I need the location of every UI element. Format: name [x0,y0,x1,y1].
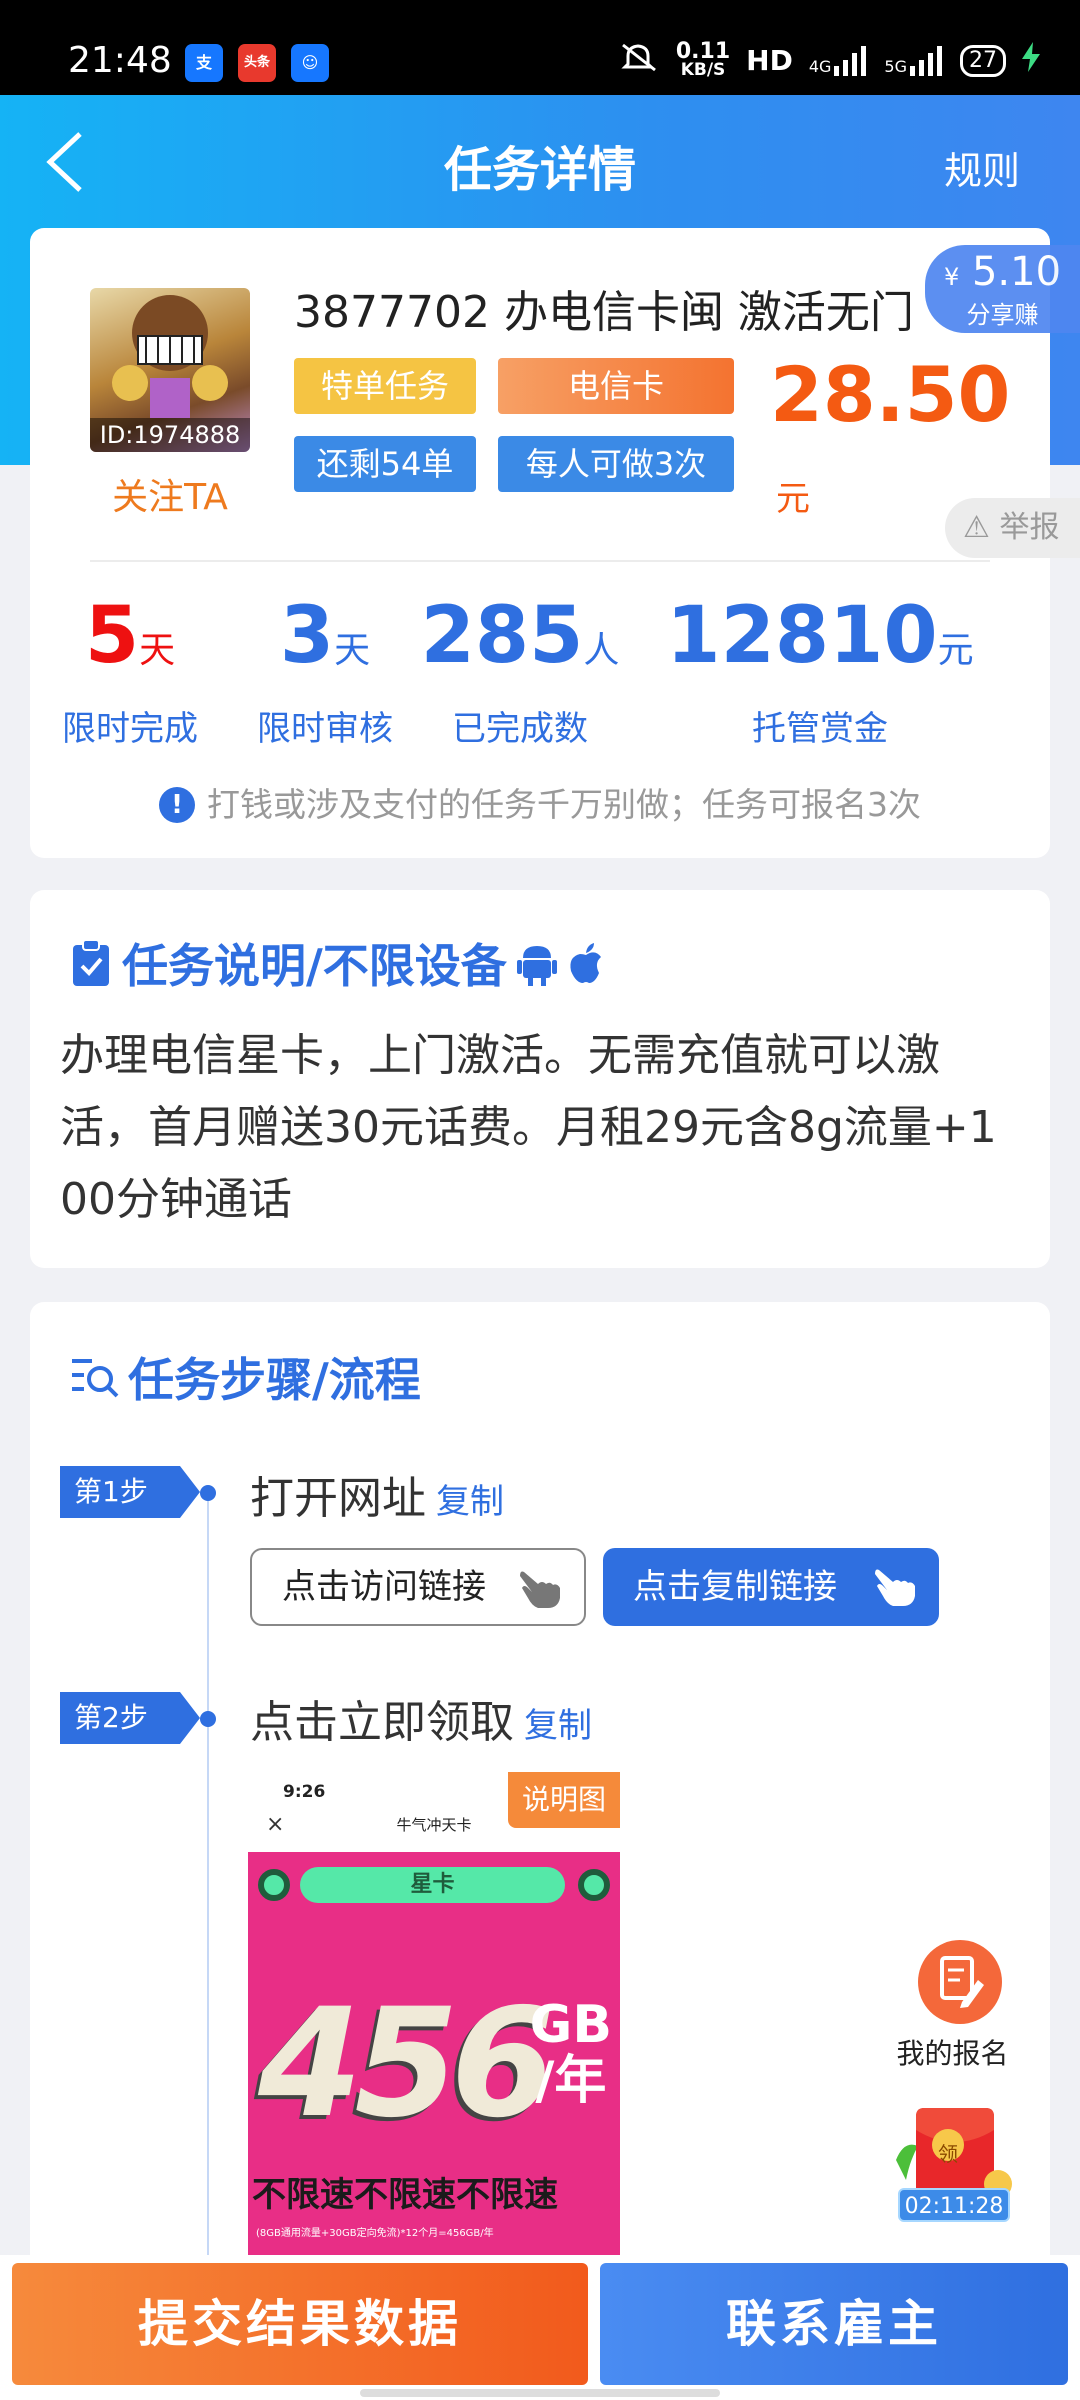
steps-heading: 任务步骤/流程 [70,1344,421,1410]
page-title: 任务详情 [443,142,636,198]
edit-document-icon [918,1940,1002,2024]
share-earn-badge[interactable]: ¥ 5.10 分享赚 [925,245,1080,333]
star-card-band: 星卡 [300,1867,565,1903]
toutiao-icon: 头条 [238,44,276,82]
promo-number: 456 [258,1977,555,2151]
home-indicator [360,2389,720,2397]
follow-button[interactable]: 关注TA [90,468,250,520]
network-speed: 0.11 KB/S [675,38,731,80]
task-summary-card: ID:1974888 关注TA 3877702 办电信卡闽 激活无门 特单任务 … [30,228,1050,858]
alipay-icon: 支 [185,44,223,82]
list-search-icon [72,1359,119,1398]
copy-link-button[interactable]: 点击复制链接 [603,1548,939,1626]
warning-notice: ! 打钱或涉及支付的任务千万别做；任务可报名3次 [30,778,1050,826]
hd-indicator: HD [746,44,793,77]
decor-circle [578,1869,610,1901]
timeline-dot [200,1485,216,1501]
alert-icon: ! [159,787,195,823]
countdown-timer: 02:11:28 [898,2188,1010,2222]
step-2-tag: 第2步 [60,1692,200,1744]
signal-5g-icon: 5G [884,45,944,76]
stat-review-time: 3天 限时审核 [257,591,393,749]
timeline-dot [200,1711,216,1727]
status-bar: 21:48 支 头条 ☺ 0.11 KB/S HD 4G 5G 27 [0,0,1080,95]
signal-4g-icon: 4G [809,45,869,76]
step-2-text: 点击立即领取 复制 [250,1697,592,1748]
decor-circle [258,1869,290,1901]
image-label-badge: 说明图 [508,1772,620,1828]
status-time: 21:48 [68,40,172,81]
step-1-copy-link[interactable]: 复制 [436,1482,504,1522]
avatar-image [112,295,228,418]
stat-escrow-reward: 12810元 托管赏金 [666,591,974,749]
step-1-tag: 第1步 [60,1466,200,1518]
step-2-copy-link[interactable]: 复制 [524,1706,592,1746]
report-button[interactable]: ⚠ 举报 [945,498,1080,558]
promo-fine-print: (8GB通用流量+30GB定向免流)*12个月=456GB/年 [256,2228,494,2239]
submit-results-button[interactable]: 提交结果数据 [12,2263,588,2385]
promo-unit: GB/年 [529,1995,612,2111]
instruction-image[interactable]: 9:26 × 牛气冲天卡 ··· 说明图 星卡 456 GB/年 不限速不限速不… [248,1772,620,2282]
contact-employer-button[interactable]: 联系雇主 [600,2263,1068,2385]
clipboard-icon [73,939,109,986]
stat-complete-time: 5天 限时完成 [62,591,198,749]
charging-icon [1022,42,1040,79]
promo-slogan: 不限速不限速不限速 [252,2175,558,2215]
steps-timeline [207,1492,209,2292]
tag-per-person: 每人可做3次 [498,436,734,492]
warning-triangle-icon: ⚠ [963,510,990,545]
tag-telecom: 电信卡 [498,358,734,414]
hand-pointer-icon [875,1569,915,1606]
description-card: 任务说明/不限设备 办理电信星卡，上门激活。无需充值就可以激活，首月赠送30元话… [30,890,1050,1268]
rules-link[interactable]: 规则 [944,140,1020,195]
task-title: 3877702 办电信卡闽 激活无门 [294,287,914,338]
my-signup-button[interactable]: 我的报名 [896,1940,1015,2072]
divider [90,560,990,562]
bottom-action-bar: 提交结果数据 联系雇主 [0,2255,1080,2400]
hand-pointer-icon [520,1571,560,1608]
visit-link-button[interactable]: 点击访问链接 [250,1548,586,1626]
description-heading: 任务说明/不限设备 [70,930,605,996]
description-text: 办理电信星卡，上门激活。无需充值就可以激活，首月赠送30元话费。月租29元含8g… [60,1030,997,1225]
avatar[interactable]: ID:1974888 [90,288,250,452]
android-icon [516,946,557,986]
apple-icon [570,943,601,983]
mute-icon [620,42,660,79]
stat-completed-count: 285人 已完成数 [420,591,620,749]
tag-remaining: 还剩54单 [294,436,476,492]
android-app-icon: ☺ [291,44,329,82]
user-id: ID:1974888 [90,418,250,452]
tag-special: 特单任务 [294,358,476,414]
step-1-text: 打开网址 复制 [250,1473,504,1524]
battery-icon: 27 [960,44,1006,77]
